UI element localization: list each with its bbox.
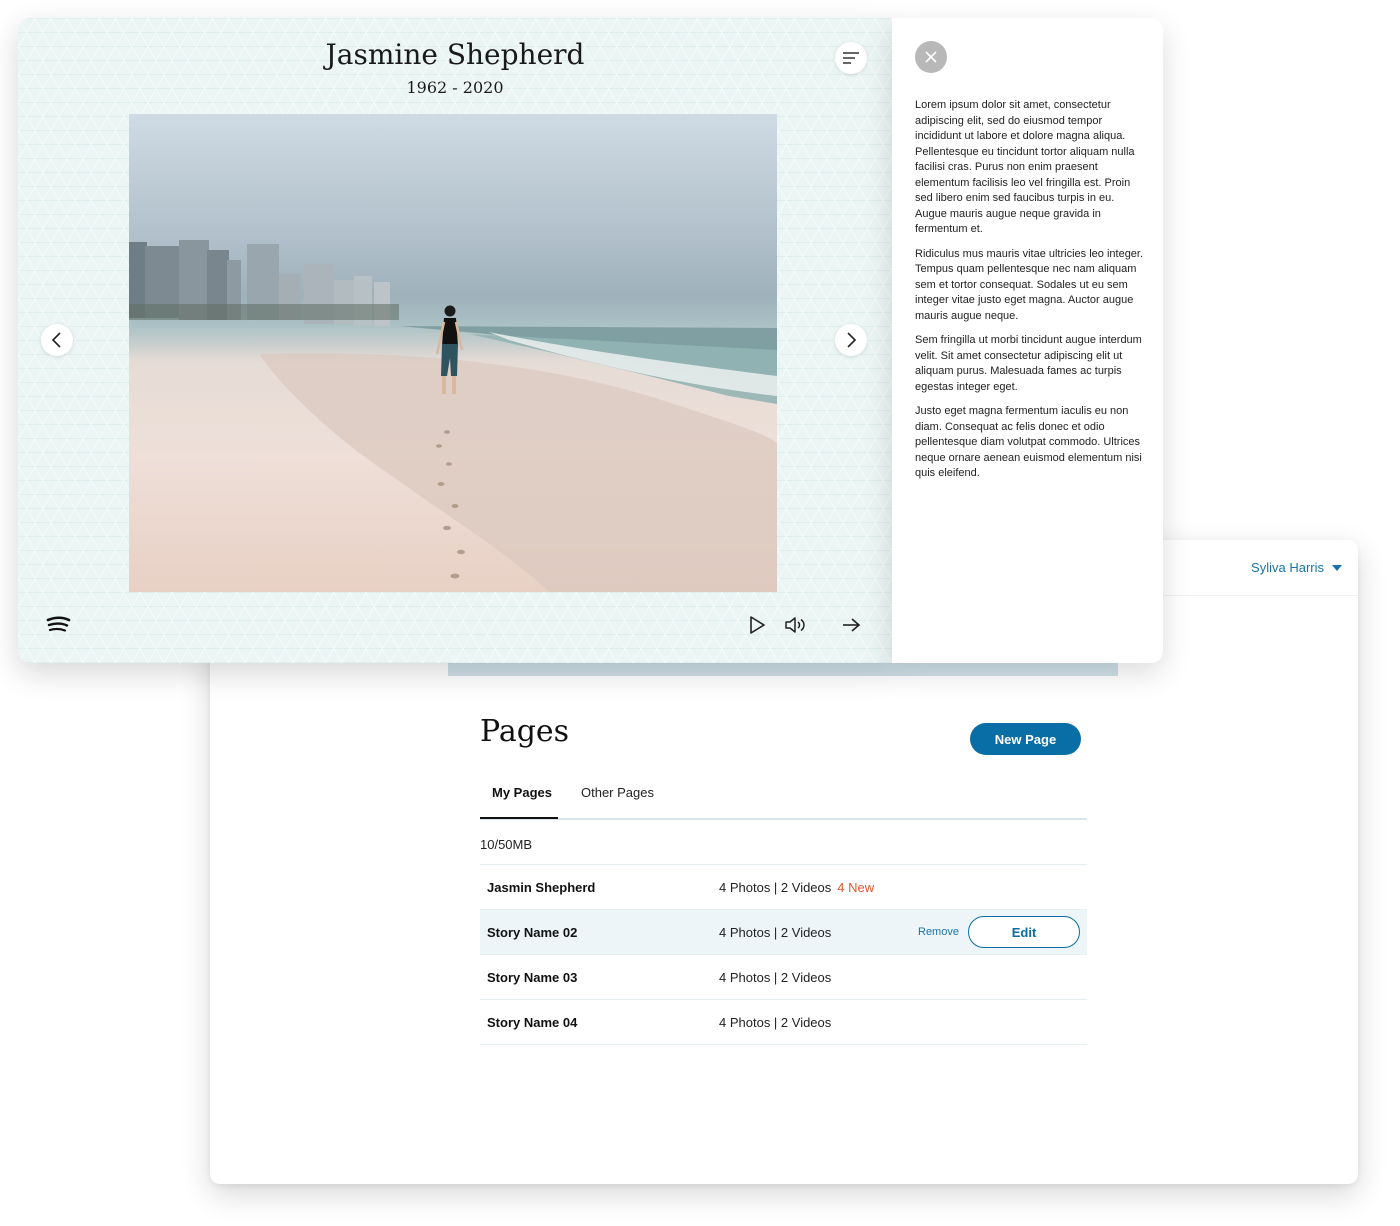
new-badge: 4 New [837,879,875,895]
forward-button[interactable] [836,610,866,640]
memorial-photo [129,114,777,592]
play-icon [750,616,765,634]
row-meta: 4 Photos | 2 Videos 4 New [719,880,874,895]
bio-paragraph: Sem fringilla ut morbi tincidunt augue i… [915,334,1142,393]
bio-paragraph: Lorem ipsum dolor sit amet, consectetur … [915,99,1135,235]
bio-panel: Lorem ipsum dolor sit amet, consectetur … [892,18,1163,663]
table-row[interactable]: Story Name 03 4 Photos | 2 Videos [480,955,1087,1000]
pages-section: Pages New Page My Pages Other Pages 10/5… [480,714,1088,1045]
menu-icon [843,52,859,64]
arrow-right-icon [843,618,861,632]
caret-down-icon [1332,564,1342,571]
row-name: Story Name 02 [487,924,578,940]
close-icon [925,51,937,63]
chevron-left-icon [51,332,61,348]
remove-link[interactable]: Remove [918,926,959,938]
volume-icon [785,617,805,633]
row-media-count: 4 Photos | 2 Videos [719,924,832,940]
storage-usage: 10/50MB [480,837,533,852]
table-row[interactable]: Story Name 02 4 Photos | 2 Videos Remove… [480,910,1087,955]
row-media-count: 4 Photos | 2 Videos [719,879,832,895]
pages-table: Jasmin Shepherd 4 Photos | 2 Videos 4 New… [480,864,1087,1045]
row-media-count: 4 Photos | 2 Videos [719,1014,832,1030]
next-button[interactable] [835,324,867,356]
menu-button[interactable] [835,42,867,74]
active-tab-indicator [480,817,558,819]
edit-button[interactable]: Edit [968,916,1080,948]
row-media-count: 4 Photos | 2 Videos [719,969,832,985]
row-name: Story Name 04 [487,1014,578,1030]
person-dates: 1962 - 2020 [406,78,504,97]
beach-photo-illustration [129,240,777,592]
spotify-button[interactable] [43,610,73,640]
bio-text: Lorem ipsum dolor sit amet, consectetur … [915,98,1145,491]
table-row[interactable]: Story Name 04 4 Photos | 2 Videos [480,1000,1087,1045]
row-name: Jasmin Shepherd [487,879,596,895]
pages-tabs: My Pages Other Pages [480,777,1087,820]
user-menu[interactable]: Syliva Harris [1251,560,1342,575]
bio-paragraph: Ridiculus mus mauris vitae ultricies leo… [915,247,1144,322]
volume-button[interactable] [781,610,811,640]
previous-button[interactable] [41,324,73,356]
user-name: Syliva Harris [1251,560,1324,575]
person-name: Jasmine Shepherd [325,38,585,71]
spotify-icon [46,616,71,632]
new-page-button[interactable]: New Page [970,723,1081,755]
chevron-right-icon [847,332,857,348]
memorial-viewer: Jasmine Shepherd 1962 - 2020 [18,18,892,663]
tab-other-pages[interactable]: Other Pages [581,785,654,800]
bio-paragraph: Justo eget magna fermentum iaculis eu no… [915,405,1142,479]
play-button[interactable] [742,610,772,640]
tab-my-pages[interactable]: My Pages [492,785,552,800]
row-name: Story Name 03 [487,969,578,985]
close-button[interactable] [915,41,947,73]
table-row[interactable]: Jasmin Shepherd 4 Photos | 2 Videos 4 New [480,865,1087,910]
